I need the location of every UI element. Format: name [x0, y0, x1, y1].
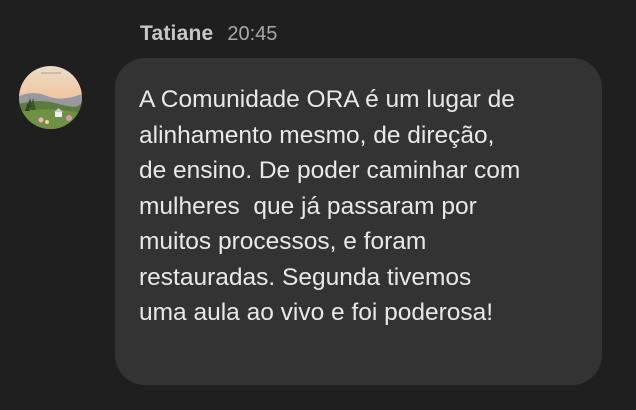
- avatar[interactable]: [19, 66, 82, 129]
- sender-name[interactable]: Tatiane: [140, 22, 213, 46]
- message-bubble[interactable]: A Comunidade ORA é um lugar de alinhamen…: [115, 58, 602, 385]
- message-text-line: de ensino. De poder caminhar com: [139, 157, 521, 184]
- message-text-line: muitos processos, e foram: [139, 228, 427, 255]
- message-text-line: alinhamento mesmo, de direção,: [139, 121, 495, 149]
- landscape-painting-avatar-icon: [19, 66, 82, 129]
- message-timestamp: 20:45: [227, 23, 278, 45]
- message-text-line: mulheres que já passaram por: [139, 192, 477, 220]
- message-header: Tatiane 20:45: [140, 22, 277, 46]
- message-text-line: A Comunidade ORA é um lugar de: [139, 86, 515, 113]
- message-text-line: uma aula ao vivo e foi poderosa!: [139, 299, 494, 326]
- message-text-line: restauradas. Segunda tivemos: [139, 263, 472, 291]
